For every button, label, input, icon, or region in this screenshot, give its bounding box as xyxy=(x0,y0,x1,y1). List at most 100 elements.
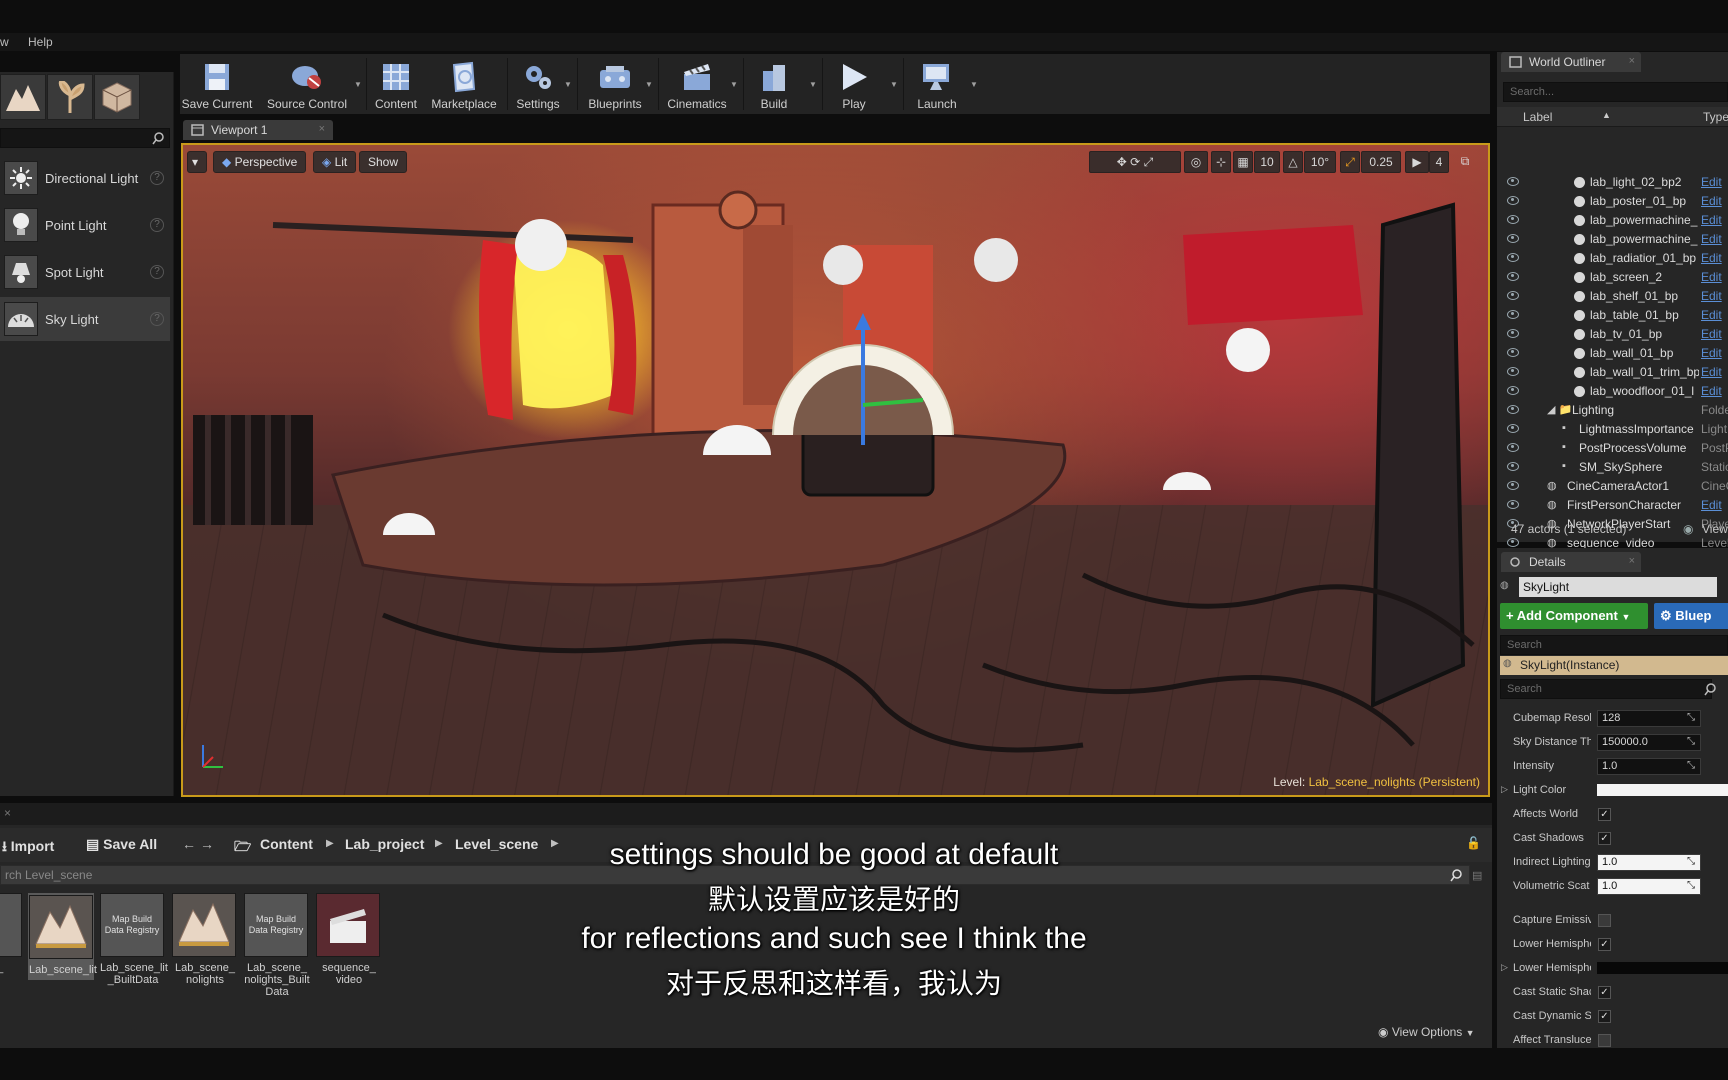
level-viewport[interactable]: ▾ ◆ Perspective ◈ Lit Show ✥ ⟳ ⤢ ◎ ⊹ ▦ 1… xyxy=(181,143,1490,797)
launch-button[interactable]: Launch xyxy=(907,54,967,114)
point-light-item[interactable]: Point Light ? xyxy=(0,203,170,247)
scale-snap-icon[interactable]: ⤢ xyxy=(1340,151,1360,173)
visibility-eye-icon[interactable] xyxy=(1507,215,1519,224)
modes-search-input[interactable] xyxy=(0,128,170,148)
property-value-input[interactable]: 128 xyxy=(1597,710,1701,727)
actor-type[interactable]: Edit xyxy=(1701,365,1722,379)
actor-type[interactable]: Edit xyxy=(1701,498,1722,512)
settings-dropdown-icon[interactable]: ▼ xyxy=(564,80,572,89)
actor-type[interactable]: Edit xyxy=(1701,346,1722,360)
scale-snap-value[interactable]: 0.25 xyxy=(1361,151,1401,173)
visibility-eye-icon[interactable] xyxy=(1507,462,1519,471)
help-icon[interactable]: ? xyxy=(150,312,164,326)
expand-arrow-icon[interactable]: ▷ xyxy=(1501,784,1508,795)
foliage-mode-tab[interactable] xyxy=(47,74,93,120)
camera-speed-icon[interactable]: ▶ xyxy=(1405,151,1429,173)
build-button[interactable]: Build xyxy=(746,54,802,114)
lit-button[interactable]: ◈ Lit xyxy=(313,151,357,173)
outliner-row[interactable]: lab_powermachine_ Edit xyxy=(1497,211,1728,230)
actor-type[interactable]: Edit xyxy=(1701,327,1722,341)
visibility-eye-icon[interactable] xyxy=(1507,481,1519,490)
save-current-button[interactable]: Save Current xyxy=(182,54,252,114)
outliner-row[interactable]: lab_radiatior_01_bp Edit xyxy=(1497,249,1728,268)
world-outliner-tab[interactable]: World Outliner × xyxy=(1501,52,1641,72)
transform-tools[interactable]: ✥ ⟳ ⤢ xyxy=(1089,151,1181,173)
geometry-mode-tab[interactable] xyxy=(94,74,140,120)
menu-help[interactable]: Help xyxy=(28,35,53,49)
visibility-eye-icon[interactable] xyxy=(1507,443,1519,452)
outliner-row[interactable]: ▪ PostProcessVolume PostP xyxy=(1497,439,1728,458)
close-tab-icon[interactable]: × xyxy=(1629,555,1635,567)
outliner-row[interactable]: ▪ LightmassImportance Light xyxy=(1497,420,1728,439)
instance-row[interactable]: ◍ SkyLight(Instance) xyxy=(1500,656,1728,675)
component-search-input[interactable]: Search xyxy=(1500,635,1728,655)
visibility-eye-icon[interactable] xyxy=(1507,367,1519,376)
outliner-row[interactable]: lab_wall_01_bp Edit xyxy=(1497,344,1728,363)
outliner-row[interactable]: ◍ FirstPersonCharacter Edit xyxy=(1497,496,1728,515)
visibility-eye-icon[interactable] xyxy=(1507,196,1519,205)
perspective-button[interactable]: ◆ Perspective xyxy=(213,151,307,173)
close-tab-icon[interactable]: × xyxy=(4,806,11,820)
help-icon[interactable]: ? xyxy=(150,218,164,232)
rotation-snap-value[interactable]: 10° xyxy=(1304,151,1336,173)
outliner-row[interactable]: lab_woodfloor_01_l Edit xyxy=(1497,382,1728,401)
actor-type[interactable]: Edit xyxy=(1701,308,1722,322)
cinematics-button[interactable]: Cinematics xyxy=(662,54,732,114)
property-checkbox[interactable]: ✓ xyxy=(1598,808,1611,821)
reset-arrow-icon[interactable]: ⤡ xyxy=(1687,712,1695,723)
outliner-row[interactable]: lab_shelf_01_bp Edit xyxy=(1497,287,1728,306)
close-tab-icon[interactable]: × xyxy=(319,123,325,135)
outliner-row[interactable]: ◢ 📁 Lighting Folde xyxy=(1497,401,1728,420)
rotation-snap-icon[interactable]: △ xyxy=(1283,151,1303,173)
cinematics-dropdown-icon[interactable]: ▼ xyxy=(730,80,738,89)
blueprints-dropdown-icon[interactable]: ▼ xyxy=(645,80,653,89)
visibility-eye-icon[interactable] xyxy=(1507,272,1519,281)
blueprint-button[interactable]: ⚙ Bluep xyxy=(1654,603,1728,629)
visibility-eye-icon[interactable] xyxy=(1507,405,1519,414)
reset-arrow-icon[interactable]: ⤡ xyxy=(1687,856,1695,867)
reset-arrow-icon[interactable]: ⤡ xyxy=(1687,736,1695,747)
source-control-button[interactable]: Source Control xyxy=(266,54,348,114)
visibility-eye-icon[interactable] xyxy=(1507,291,1519,300)
visibility-eye-icon[interactable] xyxy=(1507,310,1519,319)
outliner-row[interactable]: ◍ CineCameraActor1 CineC xyxy=(1497,477,1728,496)
help-icon[interactable]: ? xyxy=(150,265,164,279)
actor-type[interactable]: Edit xyxy=(1701,270,1722,284)
viewport-tab[interactable]: Viewport 1 × xyxy=(183,120,333,140)
add-component-button[interactable]: + Add Component ▼ xyxy=(1500,603,1648,629)
actor-type[interactable]: Edit xyxy=(1701,175,1722,189)
reset-arrow-icon[interactable]: ⤡ xyxy=(1687,880,1695,891)
outliner-search-input[interactable]: Search... xyxy=(1503,82,1728,102)
visibility-eye-icon[interactable] xyxy=(1507,348,1519,357)
launch-dropdown-icon[interactable]: ▼ xyxy=(970,80,978,89)
view-options-button[interactable]: View xyxy=(1702,522,1728,536)
maximize-viewport-icon[interactable]: ⧉ xyxy=(1455,151,1475,173)
build-dropdown-icon[interactable]: ▼ xyxy=(809,80,817,89)
actor-type[interactable]: Edit xyxy=(1701,232,1722,246)
settings-button[interactable]: Settings xyxy=(510,54,566,114)
marketplace-button[interactable]: Marketplace xyxy=(428,54,500,114)
outliner-row[interactable]: lab_tv_01_bp Edit xyxy=(1497,325,1728,344)
show-button[interactable]: Show xyxy=(359,151,408,173)
close-tab-icon[interactable]: × xyxy=(1629,55,1635,67)
visibility-eye-icon[interactable] xyxy=(1507,424,1519,433)
outliner-row[interactable]: lab_powermachine_ Edit xyxy=(1497,230,1728,249)
help-icon[interactable]: ? xyxy=(150,171,164,185)
outliner-row[interactable]: lab_poster_01_bp Edit xyxy=(1497,192,1728,211)
grid-snap-icon[interactable]: ▦ xyxy=(1233,151,1253,173)
content-button[interactable]: Content xyxy=(370,54,422,114)
eye-icon[interactable]: ◉ xyxy=(1683,522,1693,536)
outliner-row[interactable]: ▪ SM_SkySphere Static xyxy=(1497,458,1728,477)
visibility-eye-icon[interactable] xyxy=(1507,177,1519,186)
actor-type[interactable]: Edit xyxy=(1701,251,1722,265)
actor-name-field[interactable]: SkyLight xyxy=(1519,577,1717,597)
property-value-input[interactable]: 1.0 xyxy=(1597,758,1701,775)
outliner-row[interactable]: lab_screen_2 Edit xyxy=(1497,268,1728,287)
camera-speed-value[interactable]: 4 xyxy=(1429,151,1449,173)
property-value-input[interactable]: 150000.0 xyxy=(1597,734,1701,751)
sky-light-item[interactable]: Sky Light ? xyxy=(0,297,170,341)
actor-type[interactable]: Edit xyxy=(1701,289,1722,303)
color-swatch[interactable] xyxy=(1597,784,1728,796)
grid-snap-value[interactable]: 10 xyxy=(1254,151,1280,173)
directional-light-item[interactable]: Directional Light ? xyxy=(0,156,170,200)
